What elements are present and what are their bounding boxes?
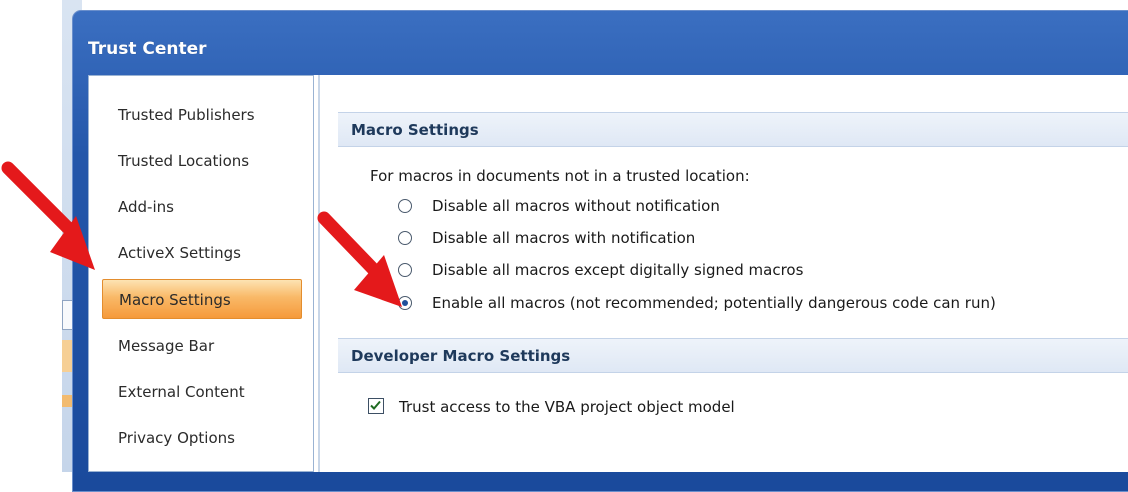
macro-settings-intro: For macros in documents not in a trusted… [370, 167, 750, 185]
sidebar-item-external-content[interactable]: External Content [102, 372, 302, 412]
sidebar-item-message-bar[interactable]: Message Bar [102, 326, 302, 366]
sidebar-item-trusted-publishers[interactable]: Trusted Publishers [102, 95, 302, 135]
red-arrow-icon-sidebar [1, 161, 95, 270]
developer-macro-settings-header-label: Developer Macro Settings [351, 347, 571, 365]
trust-vba-checkbox[interactable] [368, 398, 384, 414]
sidebar-item-privacy-options[interactable]: Privacy Options [102, 418, 302, 458]
trust-vba-label[interactable]: Trust access to the VBA project object m… [399, 398, 735, 416]
option-label-disable-all-with-notification[interactable]: Disable all macros with notification [432, 229, 695, 247]
checkmark-icon [370, 400, 381, 410]
developer-macro-settings-header: Developer Macro Settings [338, 338, 1128, 373]
macro-settings-header-label: Macro Settings [351, 121, 479, 139]
sidebar-item-add-ins[interactable]: Add-ins [102, 187, 302, 227]
option-label-disable-except-signed[interactable]: Disable all macros except digitally sign… [432, 261, 803, 279]
option-label-enable-all-macros[interactable]: Enable all macros (not recommended; pote… [432, 294, 996, 312]
option-label-disable-all-without-notification[interactable]: Disable all macros without notification [432, 197, 720, 215]
macro-settings-header: Macro Settings [338, 112, 1128, 147]
sidebar-item-trusted-locations[interactable]: Trusted Locations [102, 141, 302, 181]
sidebar-item-activex-settings[interactable]: ActiveX Settings [102, 233, 302, 273]
sidebar-item-macro-settings[interactable]: Macro Settings [102, 279, 302, 319]
red-arrow-icon-option [317, 211, 402, 307]
dialog-title: Trust Center [88, 39, 207, 59]
